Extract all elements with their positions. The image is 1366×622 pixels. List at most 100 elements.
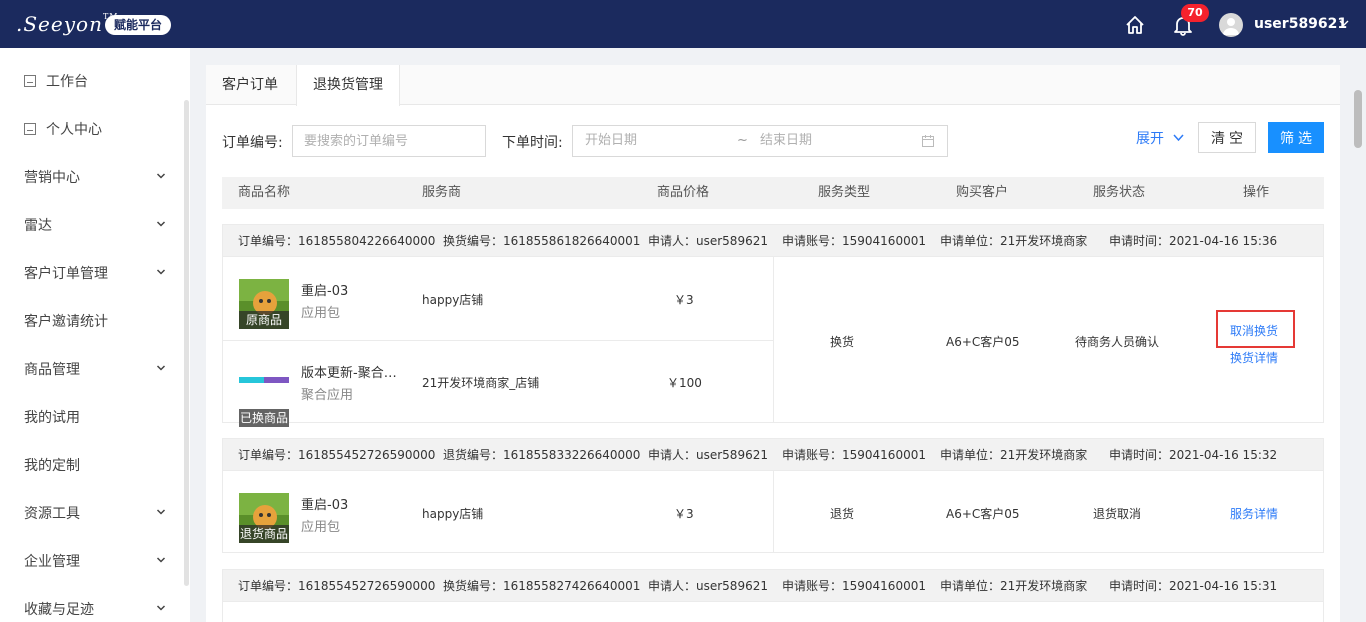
chevron-down-icon bbox=[156, 221, 166, 227]
apply-time: 申请时间：2021-04-16 15:32 bbox=[1109, 448, 1278, 462]
exchange-detail-link[interactable]: 换货详情 bbox=[1230, 349, 1278, 366]
platform-badge: 赋能平台 bbox=[105, 15, 172, 35]
sidebar-item-radar[interactable]: 雷达 bbox=[0, 201, 180, 249]
applicant-unit: 申请单位：21开发环境商家 bbox=[940, 579, 1088, 593]
sidebar-item-my-custom[interactable]: 我的定制 bbox=[0, 441, 180, 489]
order-header: 订单编号：161855804226640000 换货编号：16185586182… bbox=[223, 225, 1323, 257]
calendar-icon bbox=[922, 135, 934, 147]
sidebar-item-marketing[interactable]: 营销中心 bbox=[0, 153, 180, 201]
highlight-box bbox=[1216, 310, 1295, 348]
seeyon-logo[interactable]: .SeeyonTM bbox=[16, 12, 118, 36]
sidebar-item-label: 资源工具 bbox=[24, 506, 80, 522]
clear-button[interactable]: 清空 bbox=[1198, 122, 1256, 153]
chevron-down-icon bbox=[156, 557, 166, 563]
applicant-account: 申请账号：15904160001 bbox=[782, 579, 926, 593]
service-status: 退货取消 bbox=[1093, 507, 1142, 521]
order-no-input[interactable] bbox=[292, 125, 486, 157]
sidebar-item-label: 我的定制 bbox=[24, 458, 80, 474]
col-product-name: 商品名称 bbox=[238, 185, 291, 200]
product-price: ￥3 bbox=[674, 293, 694, 307]
return-product-tag: 退货商品 bbox=[239, 525, 289, 543]
product-name: 重启-03 bbox=[301, 284, 349, 299]
order-card: 订单编号：161855452726590000 退货编号：16185583322… bbox=[222, 438, 1324, 553]
sidebar-scrollbar[interactable] bbox=[184, 100, 189, 586]
sidebar-item-resource-tools[interactable]: 资源工具 bbox=[0, 489, 180, 537]
order-card: 订单编号：161855452726590000 换货编号：16185582742… bbox=[222, 569, 1324, 622]
avatar[interactable] bbox=[1219, 13, 1243, 37]
service-number: 换货编号：161855861826640001 bbox=[443, 234, 641, 248]
col-vendor: 服务商 bbox=[422, 185, 462, 200]
top-header: .SeeyonTM 赋能平台 70 user589621 bbox=[0, 0, 1366, 48]
date-start-input[interactable]: 开始日期 bbox=[585, 126, 637, 156]
sidebar-item-label: 客户订单管理 bbox=[24, 266, 108, 282]
product-thumbnail[interactable]: 已换商品 bbox=[239, 377, 289, 427]
col-service-type: 服务类型 bbox=[818, 185, 871, 200]
chevron-down-icon[interactable] bbox=[1338, 17, 1350, 29]
sidebar-item-my-trials[interactable]: 我的试用 bbox=[0, 393, 180, 441]
service-number: 退货编号：161855833226640000 bbox=[443, 448, 641, 462]
home-icon[interactable] bbox=[1124, 14, 1146, 36]
product-category: 应用包 bbox=[301, 306, 341, 321]
applicant-unit: 申请单位：21开发环境商家 bbox=[940, 234, 1088, 248]
page-scrollbar[interactable] bbox=[1354, 90, 1362, 148]
applicant: 申请人：user589621 bbox=[648, 448, 768, 462]
date-separator: ~ bbox=[737, 133, 748, 148]
original-product-tag: 原商品 bbox=[239, 311, 289, 329]
order-card: 订单编号：161855804226640000 换货编号：16185586182… bbox=[222, 224, 1324, 423]
exchanged-product-tag: 已换商品 bbox=[239, 409, 289, 427]
applicant: 申请人：user589621 bbox=[648, 579, 768, 593]
sidebar-item-profile[interactable]: 个人中心 bbox=[0, 105, 180, 153]
buyer-customer: A6+C客户05 bbox=[946, 507, 1020, 521]
applicant-unit: 申请单位：21开发环境商家 bbox=[940, 448, 1088, 462]
col-price: 商品价格 bbox=[657, 185, 710, 200]
col-actions: 操作 bbox=[1243, 185, 1270, 200]
product-category: 应用包 bbox=[301, 520, 341, 535]
vendor-name: happy店铺 bbox=[422, 507, 484, 521]
date-end-input[interactable]: 结束日期 bbox=[760, 126, 812, 156]
service-type: 换货 bbox=[830, 335, 855, 349]
applicant-account: 申请账号：15904160001 bbox=[782, 234, 926, 248]
sidebar-item-label: 企业管理 bbox=[24, 554, 80, 570]
filter-button[interactable]: 筛选 bbox=[1268, 122, 1324, 153]
chevron-down-icon bbox=[156, 605, 166, 611]
expand-filters-link[interactable]: 展开 bbox=[1136, 128, 1164, 148]
chevron-down-icon[interactable] bbox=[1172, 131, 1185, 144]
sidebar-item-label: 个人中心 bbox=[46, 122, 102, 138]
tab-return-exchange[interactable]: 退换货管理 bbox=[296, 65, 400, 106]
date-range-picker[interactable]: 开始日期 ~ 结束日期 bbox=[572, 125, 948, 157]
table-header: 商品名称 服务商 商品价格 服务类型 购买客户 服务状态 操作 bbox=[222, 177, 1324, 209]
username[interactable]: user589621 bbox=[1254, 16, 1347, 32]
sidebar-item-invite-stats[interactable]: 客户邀请统计 bbox=[0, 297, 180, 345]
sidebar-item-label: 商品管理 bbox=[24, 362, 80, 378]
sidebar-item-products[interactable]: 商品管理 bbox=[0, 345, 180, 393]
vendor-name: 21开发环境商家_店铺 bbox=[422, 376, 540, 390]
chevron-down-icon bbox=[156, 365, 166, 371]
sidebar-item-enterprise[interactable]: 企业管理 bbox=[0, 537, 180, 585]
sidebar-item-favorites[interactable]: 收藏与足迹 bbox=[0, 585, 180, 622]
product-category: 聚合应用 bbox=[301, 388, 354, 403]
service-number: 换货编号：161855827426640001 bbox=[443, 579, 641, 593]
row-divider bbox=[223, 340, 774, 341]
sidebar-item-label: 雷达 bbox=[24, 218, 52, 234]
sidebar-item-customer-orders[interactable]: 客户订单管理 bbox=[0, 249, 180, 297]
product-name: 重启-03 bbox=[301, 498, 349, 513]
order-number: 订单编号：161855452726590000 bbox=[238, 448, 436, 462]
tab-customer-orders[interactable]: 客户订单 bbox=[206, 65, 294, 105]
chevron-down-icon bbox=[156, 269, 166, 275]
order-number: 订单编号：161855804226640000 bbox=[238, 234, 436, 248]
apply-time: 申请时间：2021-04-16 15:31 bbox=[1109, 579, 1278, 593]
service-detail-link[interactable]: 服务详情 bbox=[1230, 505, 1278, 522]
sidebar-item-label: 营销中心 bbox=[24, 170, 80, 186]
product-thumbnail[interactable]: 退货商品 bbox=[239, 493, 289, 543]
order-no-label: 订单编号: bbox=[222, 135, 283, 151]
order-time-label: 下单时间: bbox=[502, 135, 563, 151]
sidebar-item-label: 客户邀请统计 bbox=[24, 314, 108, 330]
product-price: ￥3 bbox=[674, 507, 694, 521]
col-customer: 购买客户 bbox=[956, 185, 1009, 200]
sidebar-item-workbench[interactable]: 工作台 bbox=[0, 57, 180, 105]
product-thumbnail[interactable]: 原商品 bbox=[239, 279, 289, 329]
apply-time: 申请时间：2021-04-16 15:36 bbox=[1109, 234, 1278, 248]
order-number: 订单编号：161855452726590000 bbox=[238, 579, 436, 593]
buyer-customer: A6+C客户05 bbox=[946, 335, 1020, 349]
sidebar-item-label: 收藏与足迹 bbox=[24, 602, 94, 618]
